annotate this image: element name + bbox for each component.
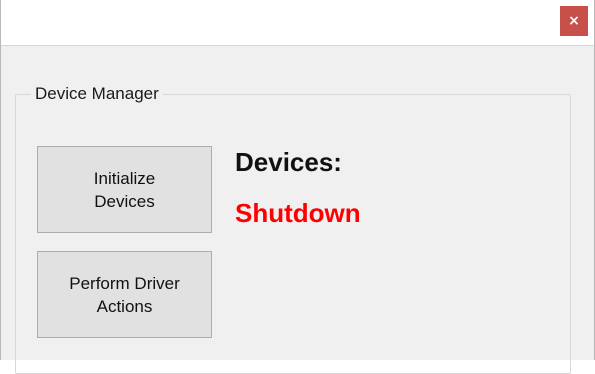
groupbox-title: Device Manager (31, 82, 163, 106)
app-window: × Device Manager Initialize Devices Perf… (0, 0, 595, 374)
devices-label: Devices: (235, 147, 342, 177)
title-bar[interactable]: × (1, 0, 594, 46)
close-icon: × (568, 13, 580, 29)
device-status-value: Shutdown (235, 198, 361, 228)
close-button[interactable]: × (560, 6, 588, 36)
perform-driver-actions-button[interactable]: Perform Driver Actions (37, 251, 212, 338)
initialize-devices-button[interactable]: Initialize Devices (37, 146, 212, 233)
